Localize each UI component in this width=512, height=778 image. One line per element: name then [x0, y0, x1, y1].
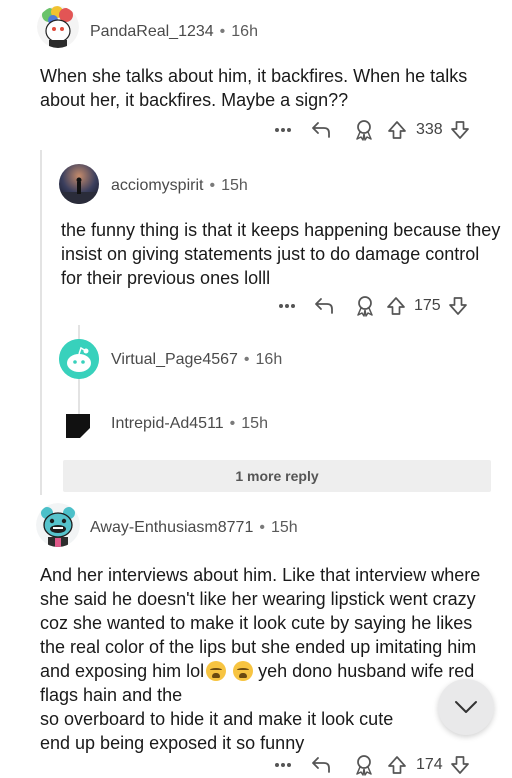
separator-dot: •: [243, 351, 250, 368]
username[interactable]: Away-Enthusiasm8771: [90, 519, 253, 536]
award-icon[interactable]: [346, 295, 384, 317]
comment-body: When she talks about him, it backfires. …: [40, 66, 468, 110]
comment-header: Intrepid-Ad4511 • 15h: [111, 415, 268, 433]
award-icon[interactable]: [344, 119, 384, 141]
downvote-icon[interactable]: [447, 296, 469, 316]
avatar[interactable]: [59, 339, 99, 379]
comment-text: so overboard to hide it and make it look…: [40, 709, 394, 729]
upvote-icon[interactable]: [384, 296, 408, 316]
upvote-icon[interactable]: [384, 120, 410, 140]
comment-actions: 338: [268, 117, 471, 143]
timestamp: 15h: [221, 177, 248, 194]
award-icon[interactable]: [344, 754, 384, 776]
avatar[interactable]: [36, 503, 80, 547]
downvote-icon[interactable]: [449, 755, 471, 775]
separator-dot: •: [219, 23, 226, 40]
comment-text: end up being exposed it so funny: [40, 733, 305, 753]
separator-dot: •: [209, 177, 216, 194]
scroll-down-button[interactable]: [438, 679, 494, 735]
username[interactable]: acciomyspirit: [111, 177, 203, 194]
vote-count: 174: [416, 756, 443, 773]
vote-count: 175: [414, 297, 441, 314]
timestamp: 15h: [270, 519, 298, 536]
comment-body: the funny thing is that it keeps happeni…: [61, 220, 501, 288]
chevron-down-icon: [455, 701, 477, 713]
more-options-icon[interactable]: [268, 762, 298, 768]
more-options-icon[interactable]: [272, 303, 302, 309]
reply-icon[interactable]: [298, 120, 344, 140]
comment-body: And her interviews about him. Like that …: [40, 563, 495, 755]
avatar[interactable]: [37, 6, 79, 48]
comment-header: Away-Enthusiasm8771 • 15h: [90, 519, 298, 537]
thread-line: [40, 150, 42, 495]
upvote-icon[interactable]: [384, 755, 410, 775]
crying-emoji-icon: [233, 661, 254, 681]
timestamp: 16h: [231, 23, 258, 40]
more-options-icon[interactable]: [268, 127, 298, 133]
username[interactable]: Intrepid-Ad4511: [111, 415, 224, 432]
comment-header: Virtual_Page4567 • 16h: [111, 351, 282, 369]
comment-actions: 175: [272, 293, 469, 319]
reply-icon[interactable]: [302, 296, 346, 316]
crying-emoji-icon: [206, 661, 227, 681]
comment-header: PandaReal_1234 • 16h: [90, 23, 258, 41]
timestamp: 15h: [241, 415, 268, 432]
more-replies-button[interactable]: 1 more reply: [63, 460, 491, 492]
comment-actions: 174: [268, 752, 471, 778]
username[interactable]: Virtual_Page4567: [111, 351, 238, 368]
vote-count: 338: [416, 121, 443, 138]
timestamp: 16h: [255, 351, 283, 368]
comment-header: acciomyspirit • 15h: [111, 177, 248, 195]
avatar[interactable]: [59, 164, 99, 204]
avatar[interactable]: [66, 414, 90, 438]
separator-dot: •: [229, 415, 236, 432]
reply-icon[interactable]: [298, 755, 344, 775]
separator-dot: •: [259, 519, 265, 536]
username[interactable]: PandaReal_1234: [90, 23, 214, 40]
downvote-icon[interactable]: [449, 120, 471, 140]
